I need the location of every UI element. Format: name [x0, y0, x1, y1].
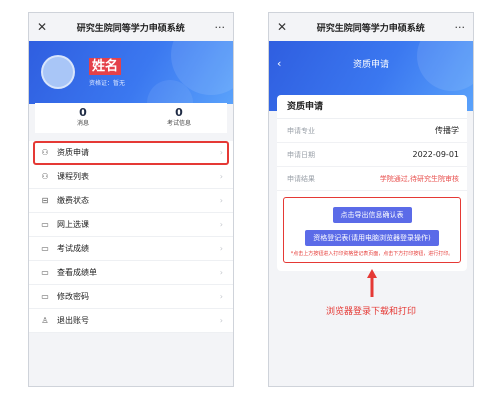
stat-label: 考试信息 — [166, 120, 191, 127]
right-phone-screen: ✕ 研究生院同等学力申硕系统 ··· ‹ 资质申请 资质申请 申请专业 传播学 … — [268, 12, 474, 387]
right-title-bar: ✕ 研究生院同等学力申硕系统 ··· — [269, 13, 473, 41]
application-card: 资质申请 申请专业 传播学 申请日期 2022-09-01 申请结果 学院通过,… — [277, 95, 467, 271]
monitor-icon: ▭ — [41, 244, 49, 253]
app-title: 研究生院同等学力申硕系统 — [76, 23, 185, 34]
info-row-result: 申请结果 学院通过,待研究生院审核 — [277, 167, 467, 191]
menu-item-payment[interactable]: ⊟ 缴费状态 › — [29, 189, 233, 213]
row-value: 学院通过,待研究生院审核 — [379, 174, 459, 183]
row-key: 申请日期 — [287, 150, 315, 159]
menu-item-exam-scores[interactable]: ▭ 考试成绩 › — [29, 237, 233, 261]
app-title: 研究生院同等学力申硕系统 — [316, 23, 425, 34]
registration-form-button[interactable]: 资格登记表(请用电脑浏览器登录操作) — [305, 230, 439, 246]
info-row-date: 申请日期 2022-09-01 — [277, 143, 467, 167]
close-icon[interactable]: ✕ — [277, 20, 287, 34]
more-icon[interactable]: ··· — [454, 21, 465, 34]
wallet-icon: ⊟ — [41, 196, 49, 205]
chevron-right-icon: › — [219, 148, 223, 157]
user-name: 姓名 — [89, 58, 121, 75]
row-key: 申请结果 — [287, 174, 315, 183]
menu-list: ⚇ 资质申请 › ⚇ 课程列表 › ⊟ 缴费状态 › ▭ 网上选课 › ▭ 考试… — [29, 141, 233, 333]
menu-item-online-course[interactable]: ▭ 网上选课 › — [29, 213, 233, 237]
profile-header: 姓名 资格证：暂无 — [29, 41, 233, 104]
chevron-right-icon: › — [219, 196, 223, 205]
menu-item-label: 缴费状态 — [57, 196, 89, 205]
person-badge-icon: ⚇ — [41, 148, 49, 157]
stat-number: 0 — [79, 106, 87, 119]
stat-number: 0 — [175, 106, 183, 119]
chevron-right-icon: › — [219, 220, 223, 229]
chevron-right-icon: › — [219, 292, 223, 301]
menu-item-label: 网上选课 — [57, 220, 89, 229]
stat-messages[interactable]: 0 消息 — [35, 103, 131, 133]
monitor-icon: ▭ — [41, 292, 49, 301]
chevron-right-icon: › — [219, 244, 223, 253]
more-icon[interactable]: ··· — [214, 21, 225, 34]
user-icon: ♙ — [41, 316, 49, 325]
left-title-bar: ✕ 研究生院同等学力申硕系统 ··· — [29, 13, 233, 41]
stats-bar: 0 消息 0 考试信息 — [35, 103, 227, 133]
person-badge-icon: ⚇ — [41, 172, 49, 181]
print-instruction-note: *点击上方按钮进入打印资格登记表页面，点击下方打印按钮，进行打印。 — [290, 251, 454, 257]
left-phone-screen: ✕ 研究生院同等学力申硕系统 ··· 姓名 资格证：暂无 0 消息 0 考试信息… — [28, 12, 234, 387]
up-arrow-icon — [367, 269, 377, 297]
menu-item-label: 课程列表 — [57, 172, 89, 181]
monitor-icon: ▭ — [41, 268, 49, 277]
menu-item-label: 资质申请 — [57, 148, 89, 157]
menu-item-label: 退出账号 — [57, 316, 89, 325]
menu-item-change-password[interactable]: ▭ 修改密码 › — [29, 285, 233, 309]
monitor-icon: ▭ — [41, 220, 49, 229]
menu-item-label: 考试成绩 — [57, 244, 89, 253]
certificate-status: 资格证：暂无 — [89, 80, 126, 87]
close-icon[interactable]: ✕ — [37, 20, 47, 34]
menu-item-courses[interactable]: ⚇ 课程列表 › — [29, 165, 233, 189]
menu-item-transcript[interactable]: ▭ 查看成绩单 › — [29, 261, 233, 285]
menu-item-logout[interactable]: ♙ 退出账号 › — [29, 309, 233, 333]
info-row-major: 申请专业 传播学 — [277, 119, 467, 143]
menu-item-qualification[interactable]: ⚇ 资质申请 › — [33, 141, 229, 165]
row-key: 申请专业 — [287, 126, 315, 135]
action-highlight-box: 点击导出信息确认表 资格登记表(请用电脑浏览器登录操作) *点击上方按钮进入打印… — [283, 197, 461, 263]
card-title: 资质申请 — [277, 95, 467, 119]
row-value: 2022-09-01 — [412, 150, 460, 159]
chevron-right-icon: › — [219, 316, 223, 325]
stat-exam-info[interactable]: 0 考试信息 — [131, 103, 227, 133]
menu-item-label: 修改密码 — [57, 292, 89, 301]
menu-item-label: 查看成绩单 — [57, 268, 97, 277]
export-confirmation-button[interactable]: 点击导出信息确认表 — [332, 207, 412, 223]
page-title: 资质申请 — [352, 60, 389, 70]
stat-label: 消息 — [76, 120, 89, 127]
avatar — [41, 55, 75, 89]
chevron-right-icon: › — [219, 172, 223, 181]
row-value: 传播学 — [435, 126, 459, 135]
annotation-caption: 浏览器登录下载和打印 — [325, 307, 416, 317]
chevron-right-icon: › — [219, 268, 223, 277]
